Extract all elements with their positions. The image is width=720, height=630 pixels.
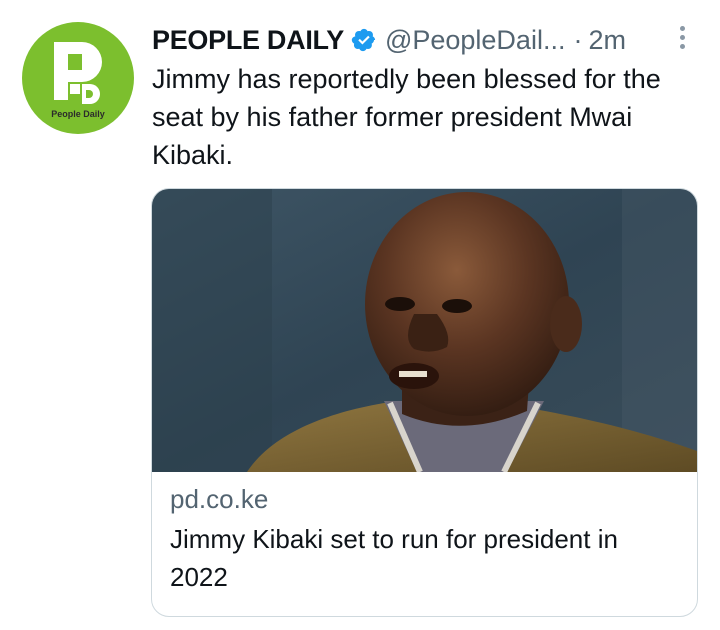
handle[interactable]: @PeopleDail... — [385, 25, 566, 56]
tweet[interactable]: People Daily PEOPLE DAILY @PeopleDail...… — [0, 0, 720, 630]
tweet-header: PEOPLE DAILY @PeopleDail... · 2m — [152, 20, 692, 60]
display-name[interactable]: PEOPLE DAILY — [152, 25, 344, 56]
separator-dot: · — [573, 24, 583, 55]
avatar[interactable]: People Daily — [22, 22, 134, 134]
more-options-icon[interactable] — [678, 26, 686, 52]
card-title: Jimmy Kibaki set to run for president in… — [170, 524, 618, 592]
timestamp[interactable]: 2m — [588, 25, 626, 56]
card-image[interactable] — [152, 189, 697, 472]
card-domain: pd.co.ke — [170, 484, 269, 514]
people-daily-logo-icon — [54, 42, 102, 104]
verified-badge-icon — [351, 28, 376, 52]
avatar-caption: People Daily — [51, 109, 105, 119]
tweet-text: Jimmy has reportedly been blessed for th… — [152, 64, 661, 170]
link-card[interactable]: pd.co.ke Jimmy Kibaki set to run for pre… — [151, 188, 698, 617]
card-body[interactable]: pd.co.ke Jimmy Kibaki set to run for pre… — [152, 472, 697, 616]
